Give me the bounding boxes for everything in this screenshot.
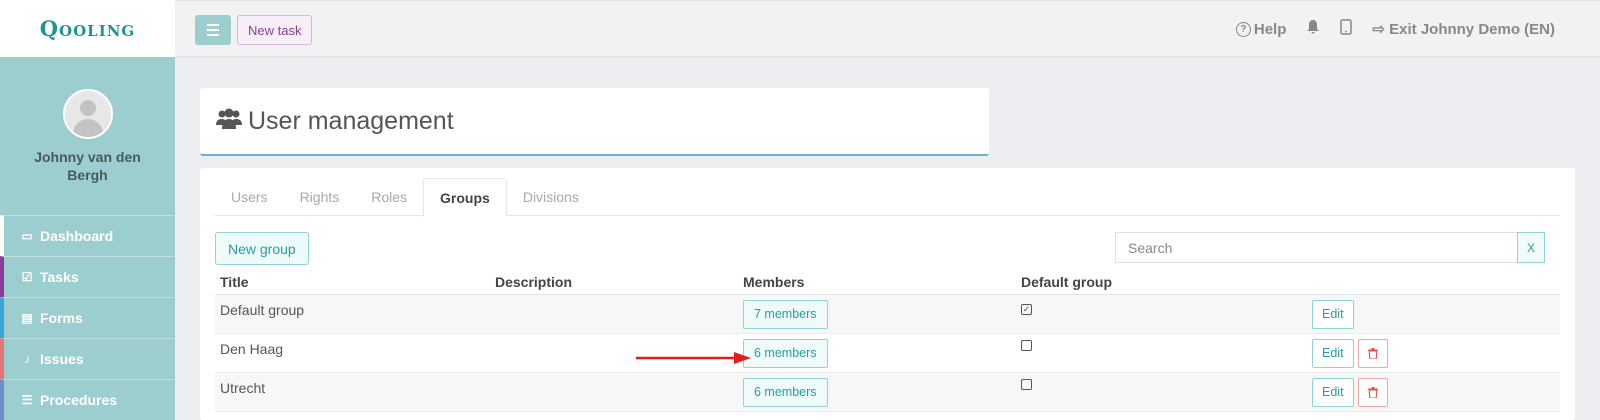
delete-button[interactable] [1357,338,1388,368]
default-checkbox [1021,340,1032,351]
sidebar-item-forms[interactable]: ▤ Forms [0,297,175,338]
sidebar-item-label: Forms [40,310,83,326]
table-row: Den Haag 6 members Edit [215,334,1560,373]
logo-area: Qooling [0,0,175,57]
tab-divisions[interactable]: Divisions [507,178,595,216]
notifications-bell-icon[interactable] [1306,19,1320,39]
header-description[interactable]: Description [495,274,572,290]
avatar-head [79,100,96,116]
topbar: New task ? Help ⇨ Exit Johnny Demo (EN) [175,0,1600,57]
menu-line [207,34,219,36]
file-icon: ▤ [21,311,33,325]
profile-name: Johnny van den Bergh [34,149,141,183]
header-title[interactable]: Title [220,274,249,290]
new-task-button[interactable]: New task [237,15,313,45]
menu-toggle-button[interactable] [195,15,231,45]
sidebar-item-label: Issues [40,351,84,367]
groups-table: Title Description Members Default group … [215,270,1560,412]
members-button[interactable]: 7 members [743,299,828,329]
trash-icon [1367,347,1378,359]
sidebar-item-label: Procedures [40,392,118,408]
delete-button[interactable] [1357,377,1388,407]
avatar[interactable] [62,89,113,139]
tablet-icon[interactable] [1340,19,1353,39]
exit-link[interactable]: ⇨ Exit Johnny Demo (EN) [1372,20,1555,38]
tab-users[interactable]: Users [215,178,284,216]
edit-button[interactable]: Edit [1312,299,1354,329]
users-icon [216,108,242,135]
topbar-actions: ? Help ⇨ Exit Johnny Demo (EN) [1235,19,1555,39]
table-row: Utrecht 6 members Edit [215,373,1560,412]
search-box: X [1115,232,1545,263]
annotation-arrow [636,352,751,364]
sidebar-item-issues[interactable]: ♪ Issues [0,338,175,379]
header-default-group[interactable]: Default group [1021,274,1112,290]
members-button[interactable]: 6 members [743,377,828,407]
menu-line [207,29,219,31]
logo[interactable]: Qooling [40,16,136,41]
group-title: Den Haag [220,341,284,357]
sidebar-item-tasks[interactable]: ☑ Tasks [0,256,175,297]
exit-label: Exit Johnny Demo (EN) [1389,21,1555,38]
profile: Johnny van den Bergh [0,57,175,215]
tab-roles[interactable]: Roles [355,178,423,216]
page-title: User management [248,106,454,135]
help-link[interactable]: ? Help [1235,20,1287,38]
help-icon: ? [1235,22,1251,38]
sidebar-item-label: Tasks [40,269,79,285]
group-title: Utrecht [220,380,266,396]
search-input[interactable] [1115,232,1517,263]
edit-button[interactable]: Edit [1312,338,1354,368]
tab-groups[interactable]: Groups [423,178,507,217]
avatar-body [72,119,103,137]
edit-button[interactable]: Edit [1312,377,1354,407]
header-members[interactable]: Members [743,274,804,290]
monitor-icon: ▭ [21,229,33,243]
help-label: Help [1253,20,1287,38]
groups-panel: Users Rights Roles Groups Divisions New … [200,168,1575,420]
default-checkbox-checked: ✓ [1021,304,1032,315]
members-button[interactable]: 6 members [743,338,828,368]
menu-line [207,24,219,26]
sidebar-item-label: Dashboard [40,228,114,244]
list-icon: ☰ [21,393,33,407]
table-row: Default group 7 members ✓ Edit [215,295,1560,334]
sidebar-item-dashboard[interactable]: ▭ Dashboard [0,215,175,256]
page-title-card: User management [200,88,989,156]
bell-icon: ♪ [24,352,30,366]
check-square-icon: ☑ [21,270,33,284]
trash-icon [1367,386,1378,398]
sidebar-item-procedures[interactable]: ☰ Procedures [0,379,175,420]
tab-rights[interactable]: Rights [284,178,356,216]
default-checkbox [1021,379,1032,390]
clear-search-button[interactable]: X [1517,232,1545,263]
new-group-button[interactable]: New group [215,232,309,265]
group-title: Default group [220,302,305,318]
sign-out-icon: ⇨ [1372,21,1385,38]
sidebar: Qooling Johnny van den Bergh ▭ Dashboard… [0,0,175,420]
tab-bar: Users Rights Roles Groups Divisions [215,178,1560,217]
table-header: Title Description Members Default group [215,270,1560,295]
